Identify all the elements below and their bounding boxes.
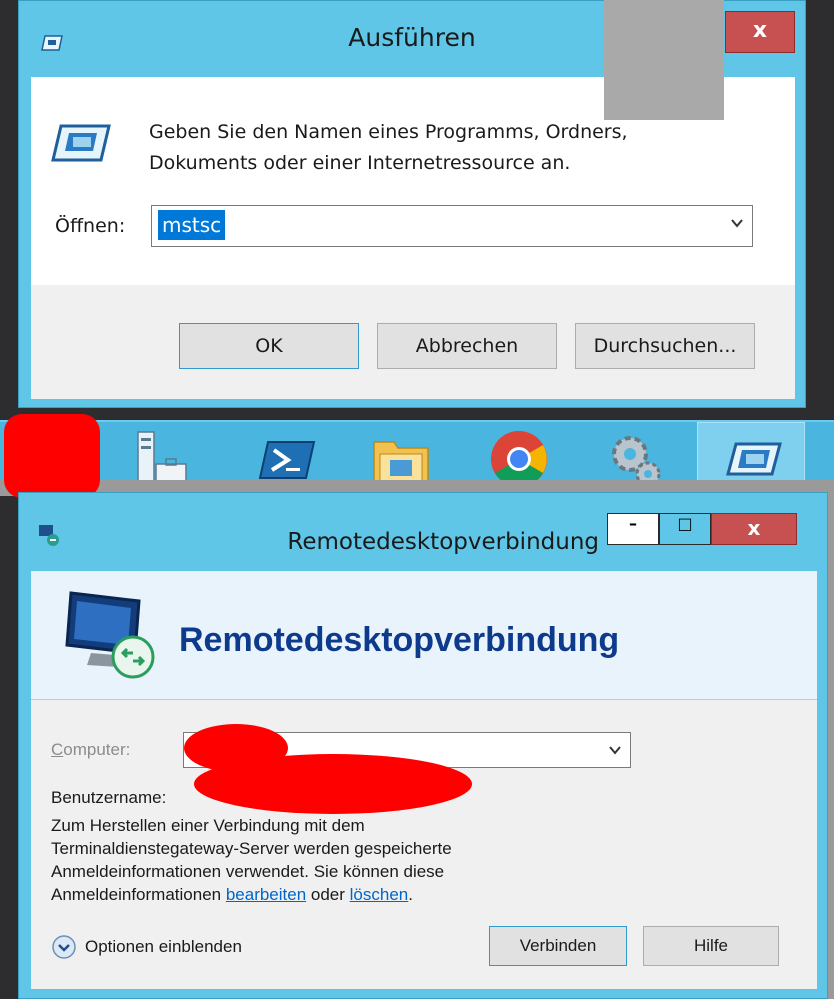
help-button[interactable]: Hilfe — [643, 926, 779, 966]
username-label: Benutzername: — [51, 788, 167, 807]
run-close-button[interactable]: x — [725, 11, 795, 53]
red-redaction-mark — [194, 754, 472, 814]
run-open-combobox[interactable]: mstsc — [151, 205, 753, 247]
info-line: Zum Herstellen einer Verbindung mit dem — [51, 816, 365, 835]
minimize-button[interactable]: – — [607, 513, 659, 545]
delete-credentials-link[interactable]: löschen — [350, 885, 409, 904]
info-text: . — [408, 885, 413, 904]
rdp-banner: Remotedesktopverbindung — [31, 571, 817, 699]
credential-info-text: Zum Herstellen einer Verbindung mit dem … — [51, 814, 571, 906]
run-open-value: mstsc — [158, 210, 226, 240]
show-options-label: Optionen einblenden — [85, 937, 242, 956]
remote-desktop-icon — [65, 591, 155, 679]
info-text: oder — [306, 885, 350, 904]
info-line: Terminaldienstegateway-Server werden ges… — [51, 839, 452, 858]
run-dialog-body: Geben Sie den Namen eines Programms, Ord… — [31, 77, 795, 399]
chevron-down-icon[interactable] — [730, 216, 744, 230]
rdp-banner-title: Remotedesktopverbindung — [179, 621, 620, 659]
computer-label: Computer: — [51, 740, 131, 759]
run-button-area: OK Abbrechen Durchsuchen... — [31, 285, 795, 399]
rdp-dialog-window: Remotedesktopverbindung – □ x Remotedesk… — [18, 492, 828, 999]
browse-button[interactable]: Durchsuchen... — [575, 323, 755, 369]
info-line: Anmeldeinformationen verwendet. Sie könn… — [51, 862, 445, 881]
window-edge — [828, 492, 834, 999]
maximize-button[interactable]: □ — [659, 513, 711, 545]
ok-button[interactable]: OK — [179, 323, 359, 369]
run-open-label: Öffnen: — [55, 215, 126, 237]
gray-redaction-block — [604, 0, 724, 120]
info-text: Anmeldeinformationen — [51, 885, 226, 904]
show-options-toggle[interactable]: Optionen einblenden — [51, 934, 242, 960]
rdp-close-button[interactable]: x — [711, 513, 797, 545]
info-line: Anmeldeinformationen bearbeiten oder lös… — [51, 883, 571, 906]
expand-circle-icon[interactable] — [51, 934, 77, 960]
edit-credentials-link[interactable]: bearbeiten — [226, 885, 306, 904]
cancel-button[interactable]: Abbrechen — [377, 323, 557, 369]
run-instruction-text: Geben Sie den Namen eines Programms, Ord… — [149, 121, 628, 174]
chevron-down-icon[interactable] — [608, 743, 622, 757]
connect-button[interactable]: Verbinden — [489, 926, 627, 966]
red-redaction-mark — [4, 414, 100, 498]
rdp-dialog-title: Remotedesktopverbindung — [287, 529, 599, 555]
run-program-icon — [51, 124, 111, 162]
rdp-dialog-body: Computer: Benutzername: Zum Herstellen e… — [31, 699, 817, 989]
